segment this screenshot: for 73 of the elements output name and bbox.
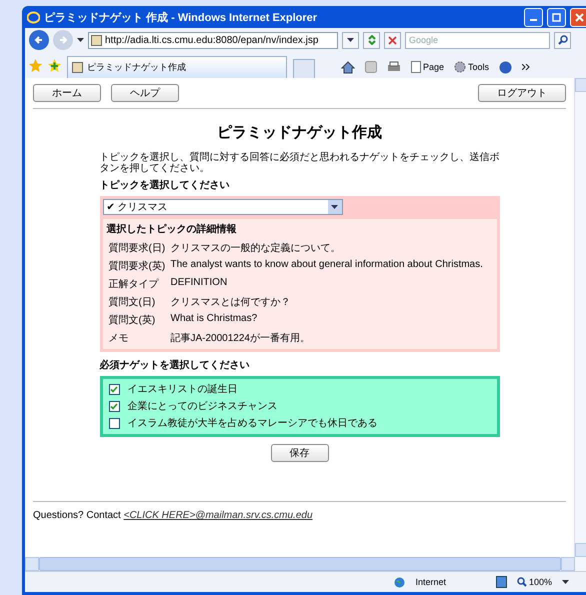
details-title: 選択したトピックの詳細情報	[106, 222, 238, 236]
vertical-scrollbar[interactable]	[574, 78, 586, 557]
page-icon	[411, 61, 421, 73]
logout-button[interactable]: ログアウト	[478, 84, 566, 102]
search-field[interactable]: Google	[405, 32, 550, 48]
home-icon[interactable]	[341, 60, 355, 74]
add-favorite-icon[interactable]	[48, 58, 61, 72]
zoom-icon	[516, 577, 527, 587]
page-heading: ピラミッドナゲット作成	[216, 123, 383, 142]
search-button[interactable]	[554, 32, 571, 48]
dropdown-button[interactable]	[342, 32, 359, 48]
minimize-button[interactable]	[524, 8, 543, 26]
tools-menu[interactable]: Tools	[454, 61, 490, 73]
search-icon	[558, 35, 568, 45]
minimize-icon	[530, 18, 537, 20]
detail-value: クリスマスの一般的な定義について。	[170, 242, 342, 255]
zone-text: Internet	[415, 577, 446, 587]
detail-value: クリスマスとは何ですか？	[170, 296, 292, 309]
nugget-label: 企業にとってのビジネスチャンス	[128, 400, 278, 413]
back-arrow-icon	[34, 35, 44, 45]
print-icon[interactable]	[387, 61, 401, 73]
detail-label: 質問要求(日)	[108, 242, 166, 255]
close-button[interactable]	[570, 8, 586, 26]
checkbox[interactable]	[108, 418, 120, 428]
browser-tab[interactable]: ピラミッドナゲット作成	[67, 56, 287, 78]
instructions-text: トピックを選択し、質問に対する回答に必須だと思われるナゲットをチェックし、送信ボタンを押してください。	[100, 152, 500, 174]
refresh-icon	[366, 35, 376, 45]
caret-icon	[347, 38, 354, 42]
detail-value: What is Christmas?	[170, 313, 258, 326]
detail-value: 記事JA-20001224が一番有用。	[170, 332, 311, 345]
dropdown-icon[interactable]	[77, 38, 84, 42]
window-title: ピラミッドナゲット 作成 - Windows Internet Explorer	[44, 10, 318, 24]
contact-link[interactable]: <CLICK HERE>@mailman.srv.cs.cmu.edu	[124, 510, 313, 521]
save-button[interactable]: 保存	[270, 444, 328, 462]
checkbox[interactable]	[108, 384, 120, 394]
maximize-button[interactable]	[547, 8, 566, 26]
detail-value: DEFINITION	[170, 277, 228, 290]
forward-arrow-icon	[58, 35, 68, 45]
chevron-icon[interactable]	[522, 64, 530, 70]
dropdown-button[interactable]	[328, 200, 342, 214]
detail-label: 質問文(英)	[108, 314, 156, 327]
detail-value: The analyst wants to know about general information about Christmas.	[170, 259, 484, 272]
section-title: 必須ナゲットを選択してください	[100, 358, 250, 372]
nav-button[interactable]: ヘルプ	[111, 84, 179, 102]
stop-button[interactable]	[384, 32, 401, 48]
topic-select[interactable]: ✔ クリスマス	[102, 199, 342, 215]
status-icon	[496, 576, 507, 588]
horizontal-scrollbar[interactable]	[25, 557, 586, 571]
section-title: トピックを選択してください	[100, 178, 230, 192]
nav-button[interactable]: ホーム	[33, 84, 101, 102]
star-icon[interactable]	[29, 58, 42, 72]
page-menu[interactable]: Page	[411, 61, 444, 73]
nugget-label: イエスキリストの誕生日	[128, 382, 238, 396]
close-icon	[575, 12, 584, 22]
dropdown-icon[interactable]	[562, 580, 569, 584]
page-icon	[72, 62, 83, 73]
gear-icon	[454, 61, 466, 73]
checkbox[interactable]	[108, 400, 120, 412]
browser-logo-icon	[27, 10, 40, 24]
back-button[interactable]	[29, 30, 49, 50]
address-field[interactable]: http://adia.lti.cs.cmu.edu:8080/epan/nv/index.jsp	[88, 32, 338, 48]
detail-label: メモ	[108, 332, 130, 345]
detail-label: 質問要求(英)	[108, 260, 166, 273]
zoom-control[interactable]: 100%	[516, 577, 552, 587]
nugget-label: イスラム教徒が大半を占めるマレーシアでも休日である	[128, 416, 378, 430]
maximize-icon	[552, 12, 561, 22]
detail-label: 質問文(日)	[108, 296, 156, 309]
page-icon	[91, 34, 102, 46]
globe-icon	[394, 576, 406, 588]
caret-icon	[331, 205, 338, 209]
detail-label: 正解タイプ	[108, 278, 160, 291]
footer-text: Questions? Contact <CLICK HERE>@mailman.srv.cs.cmu.edu	[33, 510, 314, 521]
stop-icon	[388, 36, 397, 44]
